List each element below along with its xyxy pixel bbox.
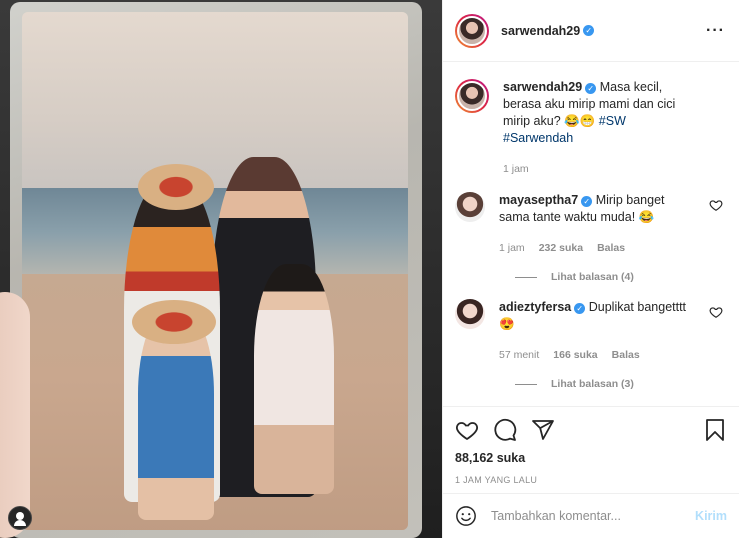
reply-button[interactable]: Balas bbox=[597, 240, 625, 257]
commenter-avatar[interactable] bbox=[455, 299, 485, 329]
comment-like-icon[interactable] bbox=[709, 198, 723, 212]
comment-likes[interactable]: 232 suka bbox=[539, 240, 583, 257]
verified-badge-icon: ✓ bbox=[583, 25, 595, 36]
avatar-image bbox=[457, 81, 487, 111]
verified-badge-icon: ✓ bbox=[574, 303, 586, 314]
comment-emoji: 😍 bbox=[499, 317, 515, 331]
view-replies-label: Lihat balasan (3) bbox=[551, 378, 634, 390]
comment-meta: 1 jam 232 suka Balas bbox=[499, 240, 689, 257]
comment-item: mayaseptha7 ✓ Mirip banget sama tante wak… bbox=[455, 192, 727, 257]
comment-like-icon[interactable] bbox=[709, 305, 723, 319]
heart-icon[interactable] bbox=[455, 418, 479, 442]
share-icon[interactable] bbox=[531, 418, 555, 442]
commenter-avatar[interactable] bbox=[455, 192, 485, 222]
photo-hat-mother bbox=[138, 164, 214, 210]
caption-time[interactable]: 1 jam bbox=[503, 161, 529, 178]
caption-emojis: 😂😁 bbox=[564, 114, 596, 128]
post-side-panel: sarwendah29 ✓ ··· sarwendah29 ✓ Masa keci… bbox=[442, 0, 739, 538]
post-image[interactable] bbox=[0, 0, 442, 538]
comment-time[interactable]: 1 jam bbox=[499, 240, 525, 257]
verified-badge-icon: ✓ bbox=[581, 196, 593, 207]
photo-figure-girl bbox=[254, 264, 334, 494]
view-replies-button[interactable]: Lihat balasan (3) bbox=[515, 378, 727, 390]
reply-button[interactable]: Balas bbox=[612, 347, 640, 364]
post-timestamp[interactable]: 1 JAM YANG LALU bbox=[455, 475, 727, 485]
caption-avatar[interactable] bbox=[455, 79, 489, 113]
comment-input[interactable] bbox=[491, 509, 681, 523]
view-replies-button[interactable]: Lihat balasan (4) bbox=[515, 271, 727, 283]
post-comment-button[interactable]: Kirim bbox=[695, 509, 727, 523]
photo-hat-boy bbox=[132, 300, 216, 344]
caption-body: sarwendah29 ✓ Masa kecil, berasa aku miri… bbox=[503, 79, 693, 178]
emoji-icon[interactable] bbox=[455, 505, 477, 527]
avatar[interactable] bbox=[455, 13, 489, 48]
comment-icon[interactable] bbox=[493, 418, 517, 442]
comment-body: adieztyfersa ✓ Duplikat bangetttt 😍 57 me… bbox=[499, 299, 689, 364]
likes-count[interactable]: 88,162 suka bbox=[455, 451, 727, 465]
comment-text: Duplikat bangetttt bbox=[588, 300, 687, 314]
avatar-image bbox=[457, 15, 487, 46]
caption: sarwendah29 ✓ Masa kecil, berasa aku miri… bbox=[455, 79, 727, 178]
comment-body: mayaseptha7 ✓ Mirip banget sama tante wak… bbox=[499, 192, 689, 257]
header-username[interactable]: sarwendah29 bbox=[501, 24, 580, 38]
photo-sky bbox=[22, 12, 408, 190]
comment-item: adieztyfersa ✓ Duplikat bangetttt 😍 57 me… bbox=[455, 299, 727, 364]
comment-username[interactable]: adieztyfersa bbox=[499, 300, 571, 314]
post-header: sarwendah29 ✓ ··· bbox=[443, 0, 739, 62]
view-replies-label: Lihat balasan (4) bbox=[551, 271, 634, 283]
comment-meta: 57 menit 166 suka Balas bbox=[499, 347, 689, 364]
comments-list: sarwendah29 ✓ Masa kecil, berasa aku miri… bbox=[443, 63, 739, 403]
comment-emoji: 😂 bbox=[638, 210, 655, 224]
caption-meta: 1 jam bbox=[503, 161, 693, 178]
comment-time[interactable]: 57 menit bbox=[499, 347, 539, 364]
comment-likes[interactable]: 166 suka bbox=[553, 347, 597, 364]
caption-username[interactable]: sarwendah29 bbox=[503, 80, 582, 94]
post-actions: 88,162 suka 1 JAM YANG LALU bbox=[443, 406, 739, 485]
vintage-family-photo bbox=[22, 12, 408, 530]
photo-thumb bbox=[0, 292, 30, 538]
add-comment-bar: Kirim bbox=[443, 493, 739, 538]
comment-username[interactable]: mayaseptha7 bbox=[499, 193, 578, 207]
replies-divider bbox=[515, 383, 537, 385]
replies-divider bbox=[515, 276, 537, 278]
action-bar bbox=[455, 417, 727, 443]
more-options-icon[interactable]: ··· bbox=[706, 22, 725, 40]
tagged-user-icon[interactable] bbox=[8, 506, 32, 530]
verified-badge-icon: ✓ bbox=[585, 83, 597, 94]
bookmark-icon[interactable] bbox=[703, 418, 727, 442]
